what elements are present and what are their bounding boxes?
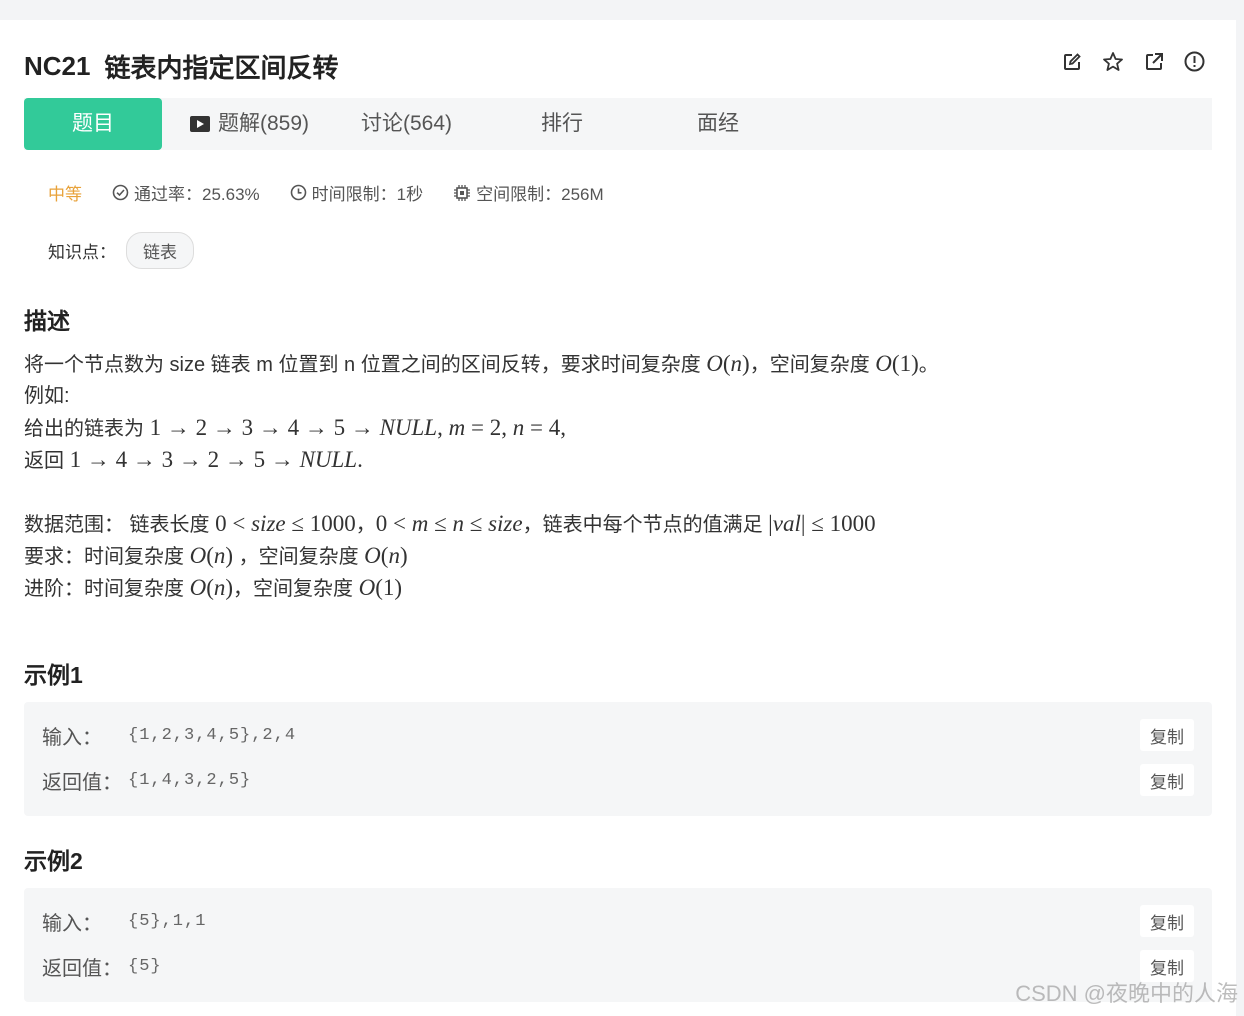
example-output-row: 返回值： {5} bbox=[42, 951, 162, 981]
problem-title: 链表内指定区间反转 bbox=[104, 52, 339, 83]
example-input-label: 输入： bbox=[42, 726, 102, 749]
description-text: ，链表中每个节点的值满足 bbox=[522, 514, 769, 536]
description-text: ， bbox=[355, 514, 376, 536]
description-line: 将一个节点数为 size 链表 m 位置到 n 位置之间的区间反转，要求时间复杂… bbox=[24, 348, 939, 380]
description-text: 给出的链表为 bbox=[24, 418, 150, 440]
description-heading: 描述 bbox=[24, 308, 70, 334]
description-text: 将一个节点数为 size 链表 m 位置到 n 位置之间的区间反转，要求时间复杂… bbox=[24, 354, 707, 376]
math-formula: O(n) bbox=[189, 543, 234, 568]
example-output-label: 返回值： bbox=[42, 957, 122, 980]
problem-tabs: 题目 题解(859) 讨论(564) 排行 面经 bbox=[24, 98, 1212, 150]
math-formula: |val| ≤ 1000 bbox=[768, 511, 876, 536]
description-text: ，空间复杂度 bbox=[233, 578, 359, 600]
description-text: 例如: bbox=[24, 385, 70, 407]
tab-rank[interactable]: 排行 bbox=[541, 98, 583, 150]
description-line: 给出的链表为 1 → 2 → 3 → 4 → 5 → NULL, m = 2, … bbox=[24, 412, 939, 444]
report-icon[interactable] bbox=[1183, 50, 1206, 73]
pass-rate-text: 通过率：25.63% bbox=[134, 185, 260, 204]
description-line: 数据范围： 链表长度 0 < size ≤ 1000，0 < m ≤ n ≤ s… bbox=[24, 508, 939, 540]
math-formula: 1 → 2 → 3 → 4 → 5 → NULL, m = 2, n = 4, bbox=[149, 415, 566, 440]
description-line: 返回 1 → 4 → 3 → 2 → 5 → NULL. bbox=[24, 444, 939, 476]
check-circle-icon bbox=[112, 184, 129, 201]
clock-icon bbox=[290, 184, 306, 201]
problem-code: NC21 bbox=[24, 50, 91, 81]
math-formula: 0 < size ≤ 1000 bbox=[215, 511, 356, 536]
title-actions bbox=[1060, 50, 1206, 73]
video-play-icon bbox=[190, 116, 210, 132]
example-input-value: {1,2,3,4,5},2,4 bbox=[128, 725, 297, 745]
example-box: 输入： {1,2,3,4,5},2,4 复制 返回值： {1,4,3,2,5} … bbox=[24, 702, 1212, 816]
problem-meta: 中等 通过率：25.63% 时间限制：1秒 空间限制：256M bbox=[48, 180, 634, 205]
example-output-row: 返回值： {1,4,3,2,5} bbox=[42, 765, 251, 795]
tab-interview[interactable]: 面经 bbox=[697, 98, 739, 150]
knowledge-points: 知识点： 链表 bbox=[48, 232, 194, 269]
space-limit: 空间限制：256M bbox=[453, 180, 604, 205]
tab-solutions[interactable]: 题解(859) bbox=[190, 98, 309, 150]
chip-icon bbox=[454, 184, 471, 201]
description-line: 例如: bbox=[24, 380, 939, 412]
example-output-value: {1,4,3,2,5} bbox=[128, 770, 252, 790]
knowledge-tag[interactable]: 链表 bbox=[126, 232, 194, 269]
description-line: 进阶：时间复杂度 O(n)，空间复杂度 O(1) bbox=[24, 572, 939, 604]
space-limit-text: 空间限制：256M bbox=[476, 185, 604, 204]
example-output-label: 返回值： bbox=[42, 771, 122, 794]
example-heading: 示例2 bbox=[24, 848, 83, 874]
example-output-value: {5} bbox=[128, 956, 162, 976]
example-input-value: {5},1,1 bbox=[128, 911, 207, 931]
math-formula: O(1) bbox=[875, 351, 919, 376]
description-text: 返回 bbox=[24, 450, 70, 472]
time-limit-text: 时间限制：1秒 bbox=[311, 185, 424, 204]
star-icon[interactable] bbox=[1101, 50, 1124, 73]
knowledge-label: 知识点： bbox=[48, 243, 116, 262]
problem-title-row: NC21 链表内指定区间反转 bbox=[24, 48, 339, 84]
copy-button[interactable]: 复制 bbox=[1140, 905, 1194, 937]
description-text: 要求：时间复杂度 bbox=[24, 546, 190, 568]
copy-button[interactable]: 复制 bbox=[1140, 764, 1194, 796]
math-formula: O(n) bbox=[364, 543, 408, 568]
tab-problem[interactable]: 题目 bbox=[24, 98, 162, 150]
description-text: 。 bbox=[918, 354, 939, 376]
example-heading: 示例1 bbox=[24, 662, 83, 688]
resize-handle[interactable]: ⋮ bbox=[1240, 686, 1244, 710]
edit-icon[interactable] bbox=[1060, 50, 1083, 73]
math-formula: 1 → 4 → 3 → 2 → 5 → NULL. bbox=[69, 447, 363, 472]
open-external-icon[interactable] bbox=[1142, 50, 1165, 73]
problem-card: NC21 链表内指定区间反转 题目 题解(859) 讨论(564) 排行 面经 … bbox=[0, 20, 1236, 1016]
example-input-label: 输入： bbox=[42, 912, 102, 935]
description-text: 数据范围： 链表长度 bbox=[24, 514, 216, 536]
description-text: ，空间复杂度 bbox=[233, 546, 365, 568]
time-limit: 时间限制：1秒 bbox=[290, 180, 423, 205]
description-line: 要求：时间复杂度 O(n) ，空间复杂度 O(n) bbox=[24, 540, 939, 572]
example-input-row: 输入： {1,2,3,4,5},2,4 bbox=[42, 720, 296, 750]
copy-button[interactable]: 复制 bbox=[1140, 719, 1194, 751]
watermark: CSDN @夜晚中的人海 bbox=[1015, 981, 1238, 1006]
description-text: ，空间复杂度 bbox=[749, 354, 876, 376]
example-input-row: 输入： {5},1,1 bbox=[42, 906, 206, 936]
math-formula: 0 < m ≤ n ≤ size bbox=[375, 511, 523, 536]
description-body: 将一个节点数为 size 链表 m 位置到 n 位置之间的区间反转，要求时间复杂… bbox=[24, 348, 939, 604]
tab-solutions-label: 题解(859) bbox=[218, 112, 310, 135]
difficulty-badge: 中等 bbox=[48, 185, 82, 204]
description-text: 进阶：时间复杂度 bbox=[24, 578, 190, 600]
pass-rate: 通过率：25.63% bbox=[112, 180, 260, 205]
math-formula: O(1) bbox=[358, 575, 403, 600]
math-formula: O(n) bbox=[189, 575, 234, 600]
math-formula: O(n) bbox=[706, 351, 750, 376]
tab-discuss[interactable]: 讨论(564) bbox=[361, 98, 452, 150]
